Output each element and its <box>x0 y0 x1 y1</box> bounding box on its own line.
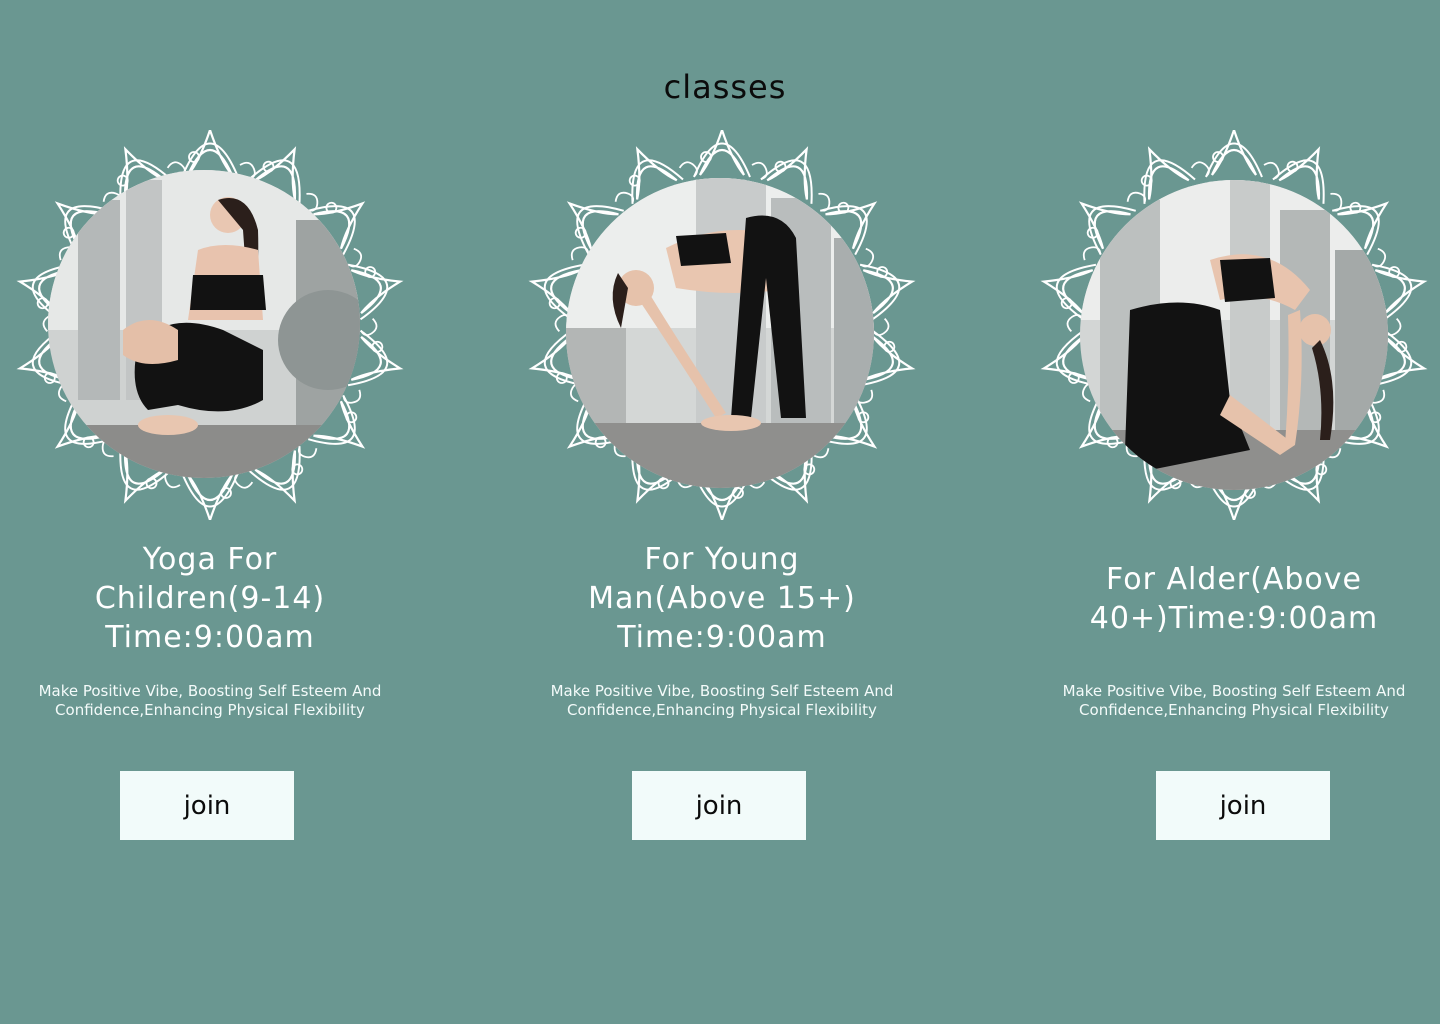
class-description-line: Confidence,Enhancing Physical Flexibilit… <box>1079 701 1389 719</box>
join-button-children[interactable]: join <box>120 771 294 840</box>
join-button-young-man[interactable]: join <box>632 771 806 840</box>
section-title: classes <box>663 68 787 106</box>
class-title-line: Man(Above 15+) <box>588 581 856 616</box>
class-description: Make Positive Vibe, Boosting Self Esteem… <box>10 682 410 720</box>
class-description-line: Make Positive Vibe, Boosting Self Esteem… <box>1062 682 1406 700</box>
class-title-line: 40+)Time:9:00am <box>1089 601 1379 636</box>
class-title: Yoga For Children(9-14) Time:9:00am <box>10 540 410 657</box>
class-title-line: For Young <box>644 542 800 577</box>
class-description: Make Positive Vibe, Boosting Self Esteem… <box>522 682 922 720</box>
class-title-line: Time:9:00am <box>105 620 315 655</box>
class-title-line: Yoga For <box>142 542 278 577</box>
class-card-young-man: For Young Man(Above 15+) Time:9:00am Mak… <box>522 130 922 850</box>
class-card-children: Yoga For Children(9-14) Time:9:00am Make… <box>10 130 410 850</box>
class-description-line: Make Positive Vibe, Boosting Self Esteem… <box>550 682 894 700</box>
class-description-line: Confidence,Enhancing Physical Flexibilit… <box>567 701 877 719</box>
class-card-alder: For Alder(Above 40+)Time:9:00am Make Pos… <box>1034 130 1434 850</box>
class-description-line: Make Positive Vibe, Boosting Self Esteem… <box>38 682 382 700</box>
class-title-line: For Alder(Above <box>1106 562 1362 597</box>
class-photo-alder <box>1080 180 1388 490</box>
class-description: Make Positive Vibe, Boosting Self Esteem… <box>1034 682 1434 720</box>
class-photo-children <box>48 170 360 478</box>
class-title-line: Children(9-14) <box>94 581 326 616</box>
class-title-line: Time:9:00am <box>617 620 827 655</box>
class-description-line: Confidence,Enhancing Physical Flexibilit… <box>55 701 365 719</box>
class-title: For Alder(Above 40+)Time:9:00am <box>1034 560 1434 638</box>
join-button-alder[interactable]: join <box>1156 771 1330 840</box>
class-title: For Young Man(Above 15+) Time:9:00am <box>522 540 922 657</box>
class-photo-young-man <box>566 178 874 488</box>
